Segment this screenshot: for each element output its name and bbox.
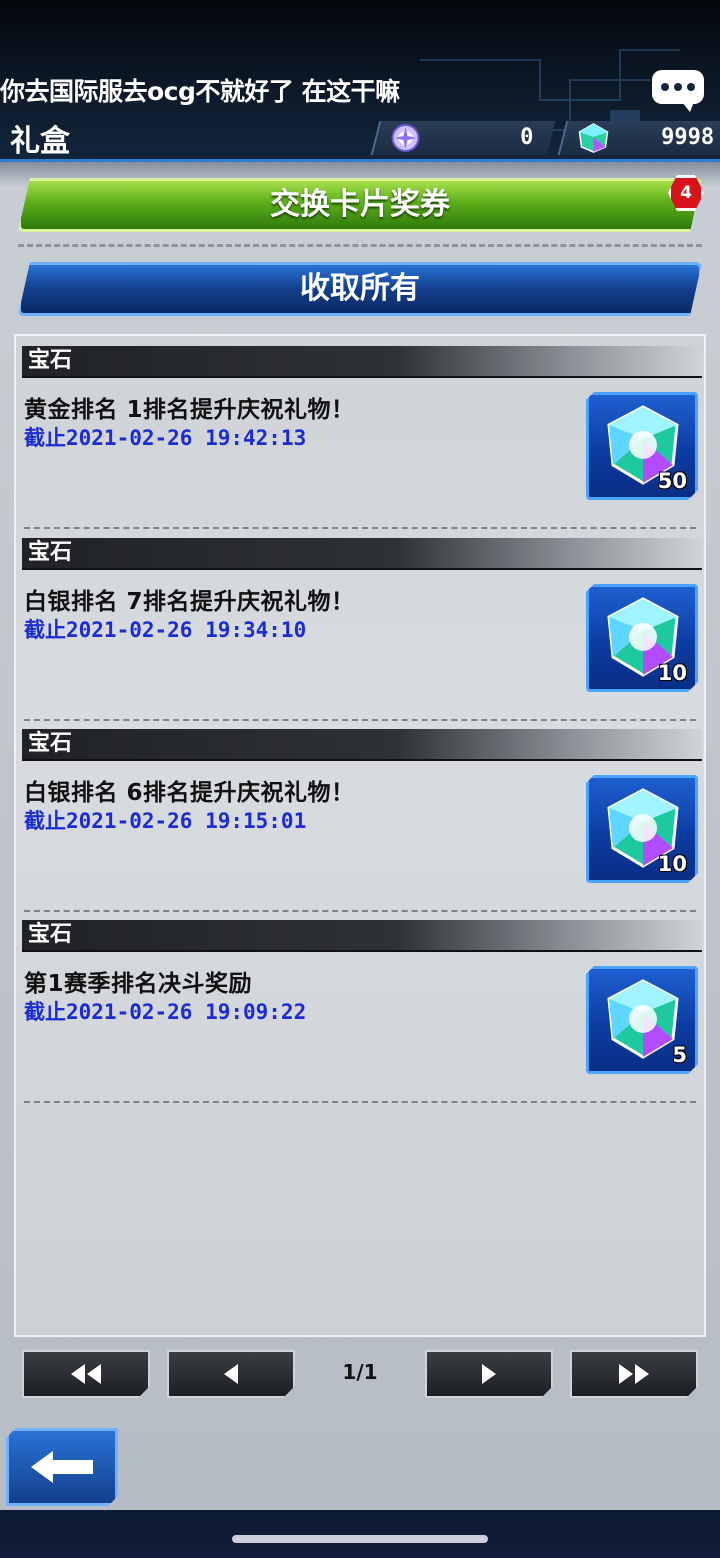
gem-amount: 9998 [661,125,715,150]
gem-count: 50 [657,469,687,493]
chat-bubble-icon[interactable] [652,70,704,112]
item-category: 宝石 [22,729,702,761]
orb-amount: 0 [519,125,534,150]
first-page-button[interactable] [22,1350,150,1398]
gem-reward[interactable]: 50 [586,392,698,500]
gem-count: 10 [657,661,687,685]
next-page-button[interactable] [425,1350,553,1398]
last-page-icon [617,1362,651,1386]
item-deadline: 截止2021-02-26 19:34:10 [24,618,307,642]
claim-all-button[interactable]: 收取所有 [18,262,702,316]
chat-message[interactable]: 你去国际服去ocg不就好了 在这干嘛 [0,72,400,108]
gem-reward[interactable]: 10 [586,775,698,883]
divider [24,1101,696,1103]
item-deadline: 截止2021-02-26 19:09:22 [24,1000,307,1024]
exchange-ticket-button[interactable]: 交换卡片奖券 [18,178,702,232]
gem-reward[interactable]: 10 [586,584,698,692]
list-item[interactable]: 宝石 第1赛季排名决斗奖励 截止2021-02-26 19:09:22 5 [16,910,704,1103]
system-nav-bar [0,1510,720,1558]
item-title: 白银排名 7排名提升庆祝礼物！ [24,589,355,615]
page-indicator: 1/1 [342,1360,378,1384]
item-title: 黄金排名 1排名提升庆祝礼物！ [24,397,355,423]
gem-count: 10 [657,852,687,876]
item-deadline: 截止2021-02-26 19:42:13 [24,426,307,450]
gem-currency: 9998 [557,121,720,157]
next-page-icon [480,1362,498,1386]
divider [18,244,702,247]
item-category: 宝石 [22,346,702,378]
orb-currency-icon [391,123,421,157]
first-page-icon [69,1362,103,1386]
gift-list[interactable]: 宝石 黄金排名 1排名提升庆祝礼物！ 截止2021-02-26 19:42:13… [14,334,706,1337]
back-arrow-icon [29,1449,95,1485]
list-item[interactable]: 宝石 白银排名 7排名提升庆祝礼物！ 截止2021-02-26 19:34:10… [16,528,704,721]
home-indicator[interactable] [232,1535,488,1543]
item-title: 白银排名 6排名提升庆祝礼物！ [24,780,355,806]
item-title: 第1赛季排名决斗奖励 [24,971,253,997]
last-page-button[interactable] [570,1350,698,1398]
orb-currency: 0 [370,121,556,157]
list-item[interactable]: 宝石 黄金排名 1排名提升庆祝礼物！ 截止2021-02-26 19:42:13… [16,336,704,529]
top-bar: 你去国际服去ocg不就好了 在这干嘛 礼盒 0 9998 [0,0,720,162]
item-category: 宝石 [22,538,702,570]
item-deadline: 截止2021-02-26 19:15:01 [24,809,307,833]
back-button[interactable] [6,1428,118,1506]
page-title: 礼盒 [10,124,70,159]
prev-page-icon [222,1362,240,1386]
list-item[interactable]: 宝石 白银排名 6排名提升庆祝礼物！ 截止2021-02-26 19:15:01… [16,719,704,912]
prev-page-button[interactable] [167,1350,295,1398]
gem-icon [578,123,610,157]
gem-count: 5 [672,1043,687,1067]
gem-reward[interactable]: 5 [586,966,698,1074]
item-category: 宝石 [22,920,702,952]
